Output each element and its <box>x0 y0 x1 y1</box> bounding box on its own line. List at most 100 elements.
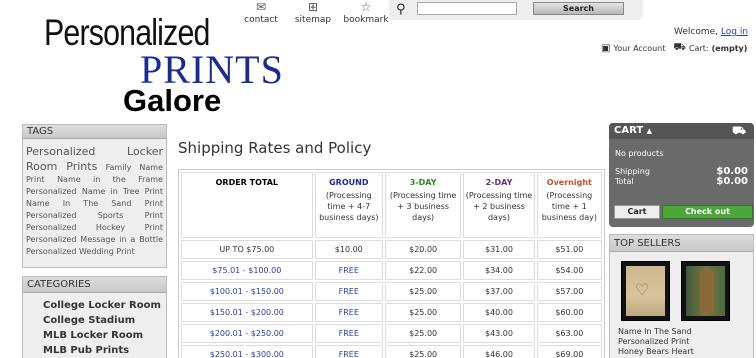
cart-button[interactable]: Cart <box>614 205 660 219</box>
header-sub: (Processing time + 4-7 business days) <box>319 191 379 222</box>
rate-cell: $69.00 <box>536 345 602 358</box>
header-title: Overnight <box>546 178 592 187</box>
tags-title: TAGS <box>23 125 166 139</box>
rate-cell: $31.00 <box>463 240 535 259</box>
cart-icon: ⛟ <box>673 42 686 53</box>
search-bar: ⚲ Search <box>389 0 643 20</box>
page: Personalized PRINTS Galore ✉ contact ⊞ s… <box>0 0 756 358</box>
rate-cell: $25.00 <box>384 324 462 343</box>
thumbnail-image: ♡ <box>626 266 665 316</box>
category-item[interactable]: College Locker Room <box>43 298 166 313</box>
star-icon: ☆ <box>360 0 372 14</box>
tag-link[interactable]: Personalized Message in a Bottle <box>26 235 163 244</box>
category-item[interactable]: MLB Pub Prints <box>43 343 166 358</box>
order-total-cell: $200.01 - $250.00 <box>181 324 313 343</box>
tag-link[interactable]: Personalized Sports Print <box>26 211 163 220</box>
search-button[interactable]: Search <box>533 2 624 15</box>
category-item[interactable]: College Stadium <box>43 313 166 328</box>
table-row: $150.01 - $200.00 FREE $25.00 $40.00 $60.00 <box>181 303 602 322</box>
header-sub: (Processing time + 1 business day) <box>541 191 597 222</box>
cart-icon: ⛟ <box>732 124 746 137</box>
tag-link[interactable]: Personalized Wedding Print <box>26 247 135 256</box>
table-header-row: ORDER TOTAL GROUND (Processing time + 4-7… <box>181 172 602 238</box>
top-nav: ✉ contact ⊞ sitemap ☆ bookmark <box>236 0 390 28</box>
order-total-cell: $100.01 - $150.00 <box>181 282 313 301</box>
login-link[interactable]: Log in <box>721 27 748 37</box>
rate-cell: $54.00 <box>536 261 602 280</box>
header-sub: (Processing time + 3 business days) <box>389 191 457 222</box>
rate-cell: $25.00 <box>384 303 462 322</box>
rate-cell: $10.00 <box>314 240 383 259</box>
rate-cell: $25.00 <box>384 345 462 358</box>
cart-header[interactable]: CART ▲ ⛟ <box>609 123 754 139</box>
table-row: UP TO $75.00 $10.00 $20.00 $31.00 $51.00 <box>181 240 602 259</box>
total-row: Total $0.00 <box>615 177 748 187</box>
thumbnail-image <box>686 266 725 316</box>
top-sellers-title: TOP SELLERS <box>610 235 753 252</box>
top-seller-link[interactable]: Name In The Sand Personalized Print <box>618 327 738 347</box>
categories-box: CATEGORIES College Locker Room College S… <box>22 276 167 358</box>
cart-box: CART ▲ ⛟ No products Shipping $0.00 Total… <box>609 123 754 227</box>
caret-up-icon: ▲ <box>646 127 653 135</box>
account-bar: ▣ Your Account ⛟ Cart: (empty) <box>601 42 747 55</box>
rate-cell: $40.00 <box>463 303 535 322</box>
nav-bookmark-label: bookmark <box>343 15 389 25</box>
welcome-text: Welcome, Log in <box>674 27 748 37</box>
account-icon: ▣ <box>601 43 611 54</box>
no-products-text: No products <box>615 149 664 158</box>
rate-cell: $20.00 <box>384 240 462 259</box>
cart-title: CART <box>614 125 644 136</box>
header-title: 3-DAY <box>409 178 437 187</box>
header-overnight: Overnight (Processing time + 1 business d… <box>536 172 602 238</box>
header-title: GROUND <box>329 178 369 187</box>
category-item[interactable]: MLB Locker Room <box>43 328 166 343</box>
rate-cell: $37.00 <box>463 282 535 301</box>
search-icon: ⚲ <box>396 2 406 17</box>
table-row: $200.01 - $250.00 FREE $25.00 $43.00 $63.00 <box>181 324 602 343</box>
nav-sitemap[interactable]: ⊞ sitemap <box>286 0 340 28</box>
total-label: Total <box>615 177 634 186</box>
heart-icon: ♡ <box>635 280 650 299</box>
rate-cell: $34.00 <box>463 261 535 280</box>
rate-cell: FREE <box>314 282 383 301</box>
shipping-label: Shipping <box>615 167 650 176</box>
your-account-link[interactable]: Your Account <box>613 44 665 53</box>
cart-link-label[interactable]: Cart: <box>689 44 709 53</box>
tag-link[interactable]: Personalized Hockey Print <box>26 223 163 232</box>
nav-contact-label: contact <box>244 15 278 25</box>
cart-status: (empty) <box>711 44 748 53</box>
header-order-total: ORDER TOTAL <box>181 172 313 238</box>
envelope-icon: ✉ <box>255 0 267 14</box>
table-row: $75.01 - $100.00 FREE $22.00 $34.00 $54.00 <box>181 261 602 280</box>
nav-sitemap-label: sitemap <box>294 15 332 25</box>
total-value: $0.00 <box>716 176 748 187</box>
table-row: $100.01 - $150.00 FREE $25.00 $37.00 $57.00 <box>181 282 602 301</box>
sitemap-icon: ⊞ <box>307 0 319 14</box>
categories-title: CATEGORIES <box>23 277 166 293</box>
rate-cell: $51.00 <box>536 240 602 259</box>
tree-shape <box>700 270 714 314</box>
top-sellers-names: Name In The Sand Personalized Print Hone… <box>618 327 738 357</box>
top-sellers-box: TOP SELLERS ♡ Name In The Sand Personali… <box>609 234 754 358</box>
header-2-day: 2-DAY (Processing time + 2 business days) <box>463 172 535 238</box>
search-input[interactable] <box>417 2 517 15</box>
tag-link[interactable]: Name in Tree Print <box>82 187 163 196</box>
product-thumbnail-name-in-sand[interactable]: ♡ <box>621 261 670 321</box>
tag-link[interactable]: Name In The Sand Print <box>26 199 163 208</box>
header-3-day: 3-DAY (Processing time + 3 business days) <box>384 172 462 238</box>
top-seller-link[interactable]: Honey Bears Heart <box>618 347 738 357</box>
order-total-cell: UP TO $75.00 <box>181 240 313 259</box>
rate-cell: $57.00 <box>536 282 602 301</box>
nav-contact[interactable]: ✉ contact <box>236 0 286 28</box>
rate-cell: FREE <box>314 345 383 358</box>
header-sub: (Processing time + 2 business days) <box>465 191 533 222</box>
header-title: ORDER TOTAL <box>215 178 279 187</box>
checkout-button[interactable]: Check out <box>662 205 753 219</box>
categories-list: College Locker Room College Stadium MLB … <box>23 293 166 358</box>
rate-cell: FREE <box>314 303 383 322</box>
order-total-cell: $75.01 - $100.00 <box>181 261 313 280</box>
nav-bookmark[interactable]: ☆ bookmark <box>342 0 390 28</box>
product-thumbnail-honey-bears[interactable] <box>681 261 730 321</box>
order-total-cell: $250.01 - $300.00 <box>181 345 313 358</box>
rate-cell: $25.00 <box>384 282 462 301</box>
